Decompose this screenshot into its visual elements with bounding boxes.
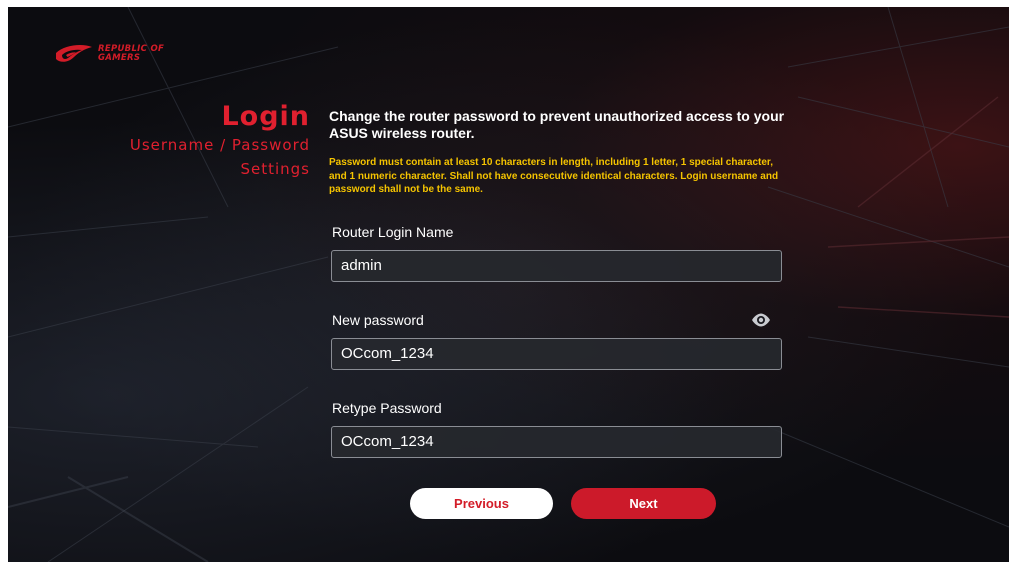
- login-name-label: Router Login Name: [332, 224, 454, 240]
- next-button[interactable]: Next: [571, 488, 716, 519]
- instructions: Change the router password to prevent un…: [329, 108, 789, 197]
- new-password-label: New password: [332, 312, 424, 328]
- step-subtitle-line1: Username / Password: [129, 136, 310, 154]
- new-password-input[interactable]: OCcom_1234: [331, 338, 782, 370]
- logo-text: REPUBLIC OF GAMERS: [98, 45, 164, 63]
- step-title: Login: [221, 101, 310, 132]
- step-nav: Login Username / Password Settings: [130, 101, 310, 181]
- step-subtitle-line2: Settings: [240, 160, 310, 178]
- password-rules: Password must contain at least 10 charac…: [329, 157, 779, 195]
- login-name-input[interactable]: admin: [331, 250, 782, 282]
- eye-icon[interactable]: [751, 312, 771, 328]
- background-graphic: [8, 7, 1009, 562]
- retype-password-label: Retype Password: [332, 400, 442, 416]
- logo-text-line2: GAMERS: [98, 53, 141, 63]
- page-heading: Change the router password to prevent un…: [329, 108, 785, 141]
- previous-button[interactable]: Previous: [410, 488, 553, 519]
- app-window: REPUBLIC OF GAMERS Login Username / Pass…: [8, 7, 1009, 562]
- rog-logo: REPUBLIC OF GAMERS: [54, 43, 164, 65]
- retype-password-input[interactable]: OCcom_1234: [331, 426, 782, 458]
- rog-eye-icon: [56, 45, 92, 62]
